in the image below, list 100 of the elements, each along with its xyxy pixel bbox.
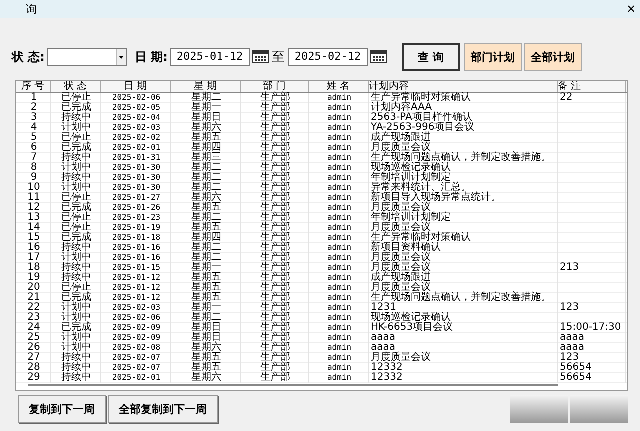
- scrollbar-thumb[interactable]: [28, 384, 558, 386]
- table-cell: 星期五: [171, 283, 241, 293]
- table-cell: admin: [309, 283, 369, 293]
- table-cell: admin: [309, 303, 369, 313]
- table-cell: admin: [309, 203, 369, 213]
- table-cell: 28: [16, 363, 51, 373]
- table-cell: 18: [16, 263, 51, 273]
- table-cell: 2025-01-18: [101, 233, 171, 243]
- calendar-icon[interactable]: [250, 48, 271, 66]
- table-cell: 年制培训计划制定: [369, 213, 558, 223]
- table-cell: admin: [309, 363, 369, 373]
- table-cell: 已停止: [51, 213, 101, 223]
- end-date-field[interactable]: 2025-02-12: [288, 48, 368, 66]
- table-cell: 20: [16, 283, 51, 293]
- table-cell: 15:00-17:30: [558, 323, 626, 333]
- column-header[interactable]: 状 态: [51, 81, 101, 92]
- table-cell: 生产异常临时对策确认: [369, 93, 558, 103]
- column-header[interactable]: 星 期: [171, 81, 241, 92]
- table-cell: 生产部: [241, 313, 309, 323]
- blank-button[interactable]: [570, 395, 628, 423]
- table-cell: 月度质量会议: [369, 253, 558, 263]
- table-cell: admin: [309, 253, 369, 263]
- table-cell: 12: [16, 203, 51, 213]
- date-label: 日 期:: [134, 48, 168, 66]
- table-cell: 56654: [558, 363, 626, 373]
- table-cell: 生产部: [241, 93, 309, 103]
- table-cell: 计划中: [51, 123, 101, 133]
- copy-button[interactable]: 全部复制到下一周: [108, 395, 218, 423]
- table-cell: 星期五: [171, 363, 241, 373]
- table-cell: 星期六: [171, 193, 241, 203]
- table-cell: 星期二: [171, 313, 241, 323]
- toolbar-button[interactable]: 全部计划: [524, 43, 582, 71]
- table-cell: 月度质量会议: [369, 143, 558, 153]
- table-cell: 星期二: [171, 163, 241, 173]
- table-cell: 星期五: [171, 133, 241, 143]
- table-cell: 持续中: [51, 263, 101, 273]
- table-cell: 生产部: [241, 163, 309, 173]
- table-cell: admin: [309, 343, 369, 353]
- table-cell: admin: [309, 123, 369, 133]
- table-cell: admin: [309, 233, 369, 243]
- column-header[interactable]: 姓 名: [309, 81, 369, 92]
- table-cell: admin: [309, 173, 369, 183]
- table-cell: 2563-PA项目样件确认: [369, 113, 558, 123]
- table-cell: 已完成: [51, 293, 101, 303]
- table-cell: 星期二: [171, 253, 241, 263]
- table-cell: 24: [16, 323, 51, 333]
- table-cell: 19: [16, 273, 51, 283]
- table-cell: 星期二: [171, 183, 241, 193]
- status-dropdown[interactable]: [46, 48, 127, 66]
- table-cell: 月度质量会议: [369, 203, 558, 213]
- table-cell: 生产部: [241, 373, 309, 383]
- table-cell: 2025-01-23: [101, 213, 171, 223]
- table-cell: 新项目资料确认: [369, 243, 558, 253]
- table-cell: 12332: [369, 363, 558, 373]
- table-cell: 生产现场问题点确认，并制定改善措施。: [369, 293, 558, 303]
- table-cell: aaaa: [558, 333, 626, 343]
- table-cell: 1: [16, 93, 51, 103]
- table-cell: 成产现场跟进: [369, 273, 558, 283]
- table-cell: 生产部: [241, 243, 309, 253]
- table-cell: 11: [16, 193, 51, 203]
- table-cell: 2025-01-16: [101, 243, 171, 253]
- table-cell: 2025-02-06: [101, 313, 171, 323]
- table-cell: 已停止: [51, 193, 101, 203]
- start-date-field[interactable]: 2025-01-12: [170, 48, 250, 66]
- table-cell: 2025-01-30: [101, 183, 171, 193]
- table-cell: admin: [309, 273, 369, 283]
- toolbar-button[interactable]: 部门计划: [464, 43, 522, 71]
- close-button[interactable]: ✕: [626, 2, 636, 16]
- table-cell: 已停止: [51, 283, 101, 293]
- table-cell: 2025-02-09: [101, 333, 171, 343]
- table-cell: 2025-02-03: [101, 123, 171, 133]
- table-cell: 2025-02-03: [101, 303, 171, 313]
- table-cell: 生产部: [241, 323, 309, 333]
- table-cell: 持续中: [51, 173, 101, 183]
- table-cell: 1231: [369, 303, 558, 313]
- table-cell: 持续中: [51, 353, 101, 363]
- calendar-icon[interactable]: [368, 48, 389, 66]
- table-cell: 7: [16, 153, 51, 163]
- table-cell: YA-2563-996项目会议: [369, 123, 558, 133]
- table-cell: 16: [16, 243, 51, 253]
- table-cell: 10: [16, 183, 51, 193]
- table-cell: 星期三: [171, 153, 241, 163]
- table-cell: 2025-02-04: [101, 113, 171, 123]
- table-cell: aaaa: [369, 333, 558, 343]
- window-title: 询: [26, 2, 37, 16]
- to-label: 至: [272, 49, 285, 66]
- table-cell: 2025-01-12: [101, 293, 171, 303]
- table-cell: 21: [16, 293, 51, 303]
- table-cell: 持续中: [51, 113, 101, 123]
- toolbar-button[interactable]: 查 询: [402, 43, 460, 71]
- copy-button[interactable]: 复制到下一周: [18, 395, 106, 423]
- table-cell: 月度质量会议: [369, 223, 558, 233]
- table-cell: 15: [16, 233, 51, 243]
- table-cell: 2025-02-05: [101, 103, 171, 113]
- table-cell: 计划中: [51, 163, 101, 173]
- blank-button[interactable]: [510, 395, 568, 423]
- table-cell: 25: [16, 333, 51, 343]
- column-header[interactable]: 日 期: [101, 81, 171, 92]
- table-cell: 持续中: [51, 363, 101, 373]
- table-cell: 2025-02-02: [101, 133, 171, 143]
